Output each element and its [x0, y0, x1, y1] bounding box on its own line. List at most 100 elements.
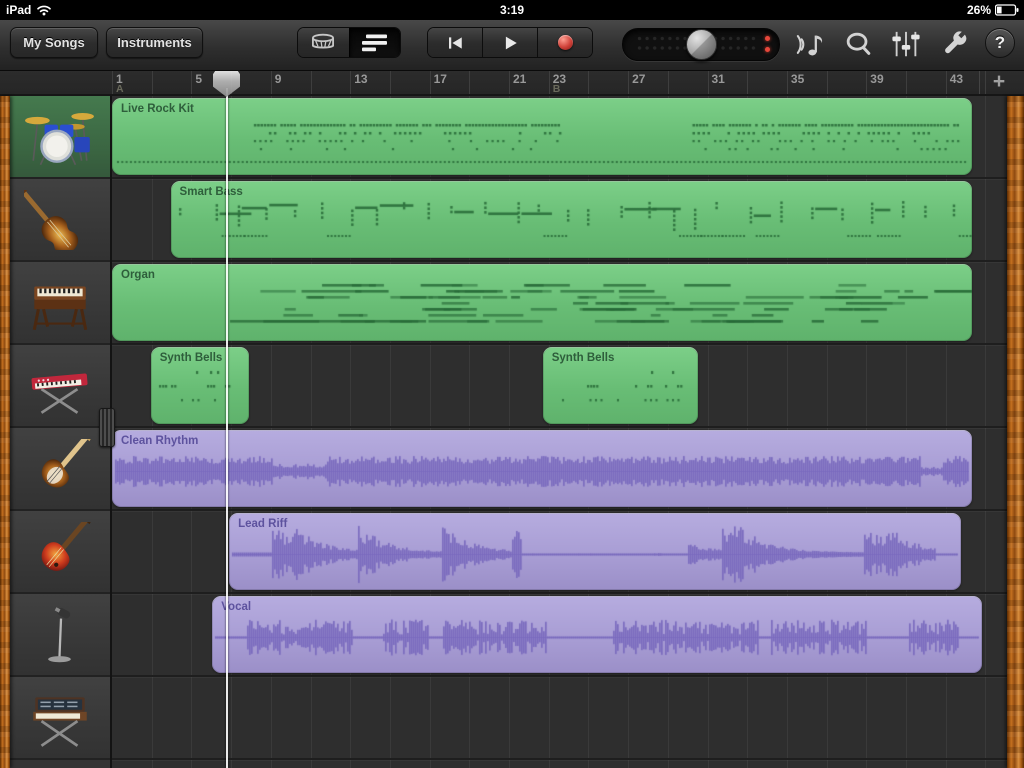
midi-notes-canvas — [151, 347, 249, 424]
ruler-tick — [747, 70, 748, 94]
add-section-button[interactable]: + — [984, 70, 1014, 94]
lead-guitar-icon — [24, 522, 96, 582]
midi-notes-canvas — [171, 181, 972, 258]
track-header-column — [10, 96, 112, 768]
ruler-tick — [985, 70, 986, 94]
rewind-button[interactable] — [428, 28, 482, 57]
region-label: Synth Bells — [160, 352, 223, 364]
ruler-tick — [668, 70, 669, 94]
settings-button[interactable] — [938, 29, 972, 59]
region-label: Lead Riff — [238, 518, 287, 530]
track-header-bass-guitar[interactable] — [10, 179, 110, 262]
ruler-label: 27 — [632, 72, 645, 86]
wood-trim-right — [1007, 96, 1024, 768]
tracks-view-segment[interactable] — [349, 28, 401, 57]
transport-controls — [427, 27, 593, 58]
loop-browser-button[interactable] — [841, 29, 875, 59]
region-smart-bass[interactable]: Smart Bass — [171, 181, 972, 258]
region-vocal[interactable]: Vocal — [212, 596, 982, 673]
midi-notes-canvas — [112, 98, 972, 175]
ruler-label: 5 — [195, 72, 202, 86]
wrench-icon — [941, 30, 969, 58]
ruler-tick — [430, 70, 431, 94]
track-header-electric-guitar[interactable] — [10, 428, 110, 511]
track-header-organ[interactable] — [10, 262, 110, 345]
help-button[interactable]: ? — [985, 28, 1015, 58]
record-button[interactable] — [537, 28, 592, 57]
drum-view-segment[interactable] — [298, 28, 349, 57]
ruler-tick — [787, 70, 788, 94]
ruler-tick — [708, 70, 709, 94]
ruler-label: 21 — [513, 72, 526, 86]
ruler-label: 35 — [791, 72, 804, 86]
ruler-label: 43 — [950, 72, 963, 86]
ruler-tick — [350, 70, 351, 94]
ruler-tick — [946, 70, 947, 94]
help-icon: ? — [995, 33, 1005, 53]
section-label: B — [553, 83, 561, 95]
ruler-tick — [549, 70, 550, 94]
battery-icon — [995, 4, 1019, 16]
ruler-tick — [271, 70, 272, 94]
volume-knob[interactable] — [686, 29, 717, 60]
row-separator — [112, 509, 1007, 511]
waveform-canvas — [229, 513, 961, 590]
clip-led-bottom — [765, 47, 770, 52]
waveform-canvas — [112, 430, 972, 507]
ruler-label: 17 — [434, 72, 447, 86]
region-label: Live Rock Kit — [121, 103, 194, 115]
mixer-icon — [891, 29, 921, 59]
region-organ[interactable]: Organ — [112, 264, 972, 341]
row-separator — [112, 343, 1007, 345]
track-header-drum-kit[interactable] — [10, 96, 110, 179]
timeline-ruler[interactable]: + 1A5913172123B2731353943 — [0, 70, 1024, 96]
region-synth-bells[interactable]: Synth Bells — [543, 347, 698, 424]
vintage-synth-icon — [24, 688, 96, 748]
note-effects-button[interactable] — [793, 29, 827, 59]
region-synth-bells[interactable]: Synth Bells — [151, 347, 249, 424]
plus-icon: + — [993, 70, 1005, 93]
ruler-divider — [979, 70, 980, 94]
battery-percent: 26% — [967, 3, 991, 17]
midi-notes-canvas — [543, 347, 698, 424]
ruler-label: 13 — [354, 72, 367, 86]
ruler-tick — [827, 70, 828, 94]
track-header-synth-keyboard[interactable] — [10, 345, 110, 428]
mixer-button[interactable] — [889, 29, 923, 59]
instruments-button[interactable]: Instruments — [106, 27, 203, 58]
region-lead-riff[interactable]: Lead Riff — [229, 513, 961, 590]
ruler-tick — [588, 70, 589, 94]
my-songs-button[interactable]: My Songs — [10, 27, 98, 58]
loop-browser-icon — [843, 29, 873, 59]
ruler-tick — [152, 70, 153, 94]
section-label: A — [116, 83, 124, 95]
organ-icon — [24, 273, 96, 333]
row-separator — [112, 260, 1007, 262]
midi-notes-canvas — [112, 264, 972, 341]
region-live-rock-kit[interactable]: Live Rock Kit — [112, 98, 972, 175]
ruler-tick — [390, 70, 391, 94]
track-header-microphone[interactable] — [10, 594, 110, 677]
row-separator — [112, 758, 1007, 760]
clock: 3:19 — [0, 3, 1024, 17]
record-icon — [558, 35, 573, 50]
track-header-vintage-synth[interactable] — [10, 677, 110, 760]
master-volume-slider[interactable] — [622, 28, 780, 61]
row-separator — [112, 177, 1007, 179]
row-separator — [112, 675, 1007, 677]
ruler-label: 9 — [275, 72, 282, 86]
wood-trim-left — [0, 96, 10, 768]
header-resize-grip[interactable] — [99, 408, 115, 447]
region-label: Smart Bass — [180, 186, 243, 198]
ruler-label: 31 — [712, 72, 725, 86]
tracks-view-icon — [362, 33, 388, 53]
my-songs-label: My Songs — [23, 35, 84, 50]
playhead-line — [226, 88, 228, 768]
region-label: Organ — [121, 269, 155, 281]
play-button[interactable] — [482, 28, 537, 57]
track-header-lead-guitar[interactable] — [10, 511, 110, 594]
region-clean-rhythm[interactable]: Clean Rhythm — [112, 430, 972, 507]
ruler-tick — [191, 70, 192, 94]
tracks-grid[interactable]: Live Rock Kit Smart Bass Organ Synth Bells S… — [112, 96, 1007, 768]
row-separator — [112, 592, 1007, 594]
